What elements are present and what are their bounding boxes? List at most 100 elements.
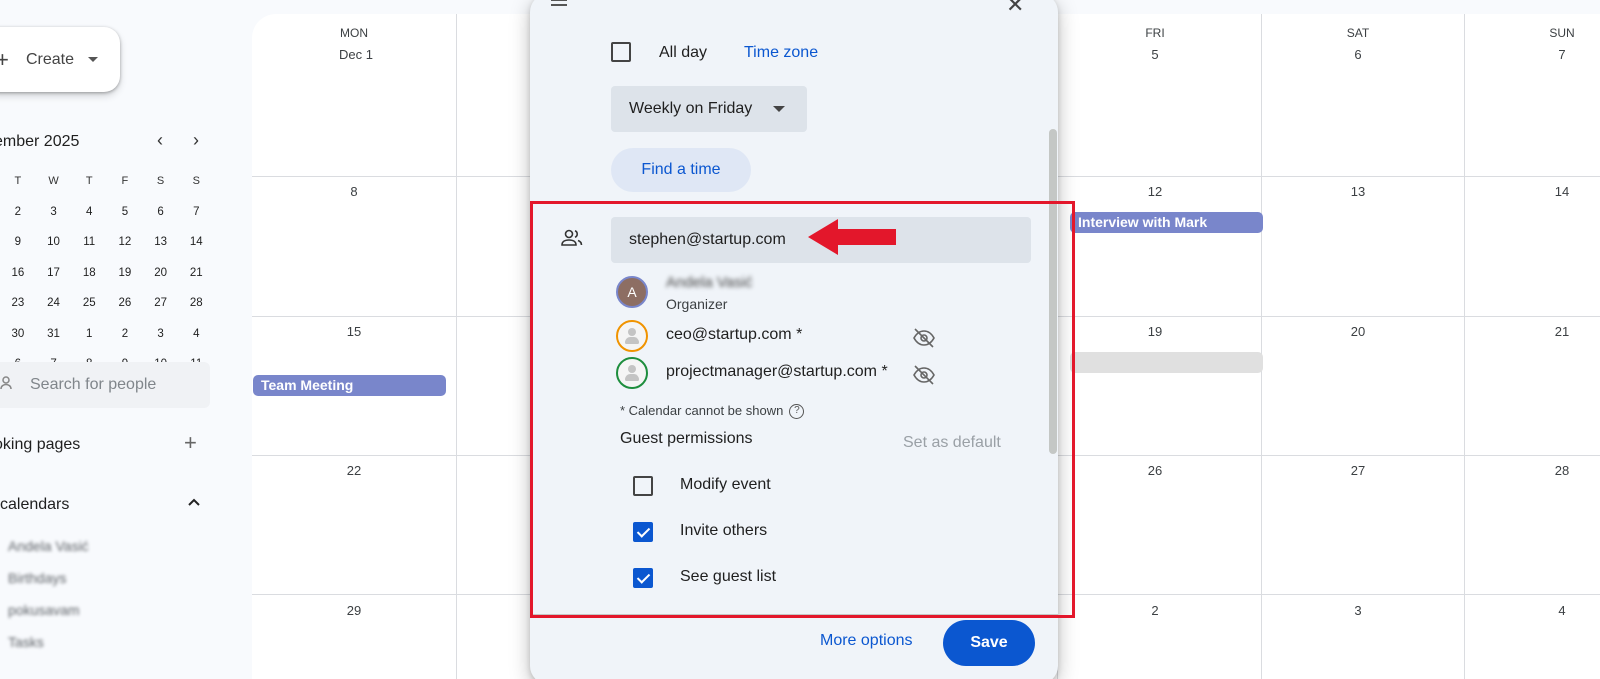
mini-calendar-week: 23 24 25 26 27 28 xyxy=(0,288,214,319)
mini-day[interactable]: 16 xyxy=(0,267,36,279)
mini-day[interactable]: 24 xyxy=(36,297,72,309)
guests-icon xyxy=(560,228,584,248)
day-number[interactable]: 15 xyxy=(334,324,374,339)
close-icon[interactable]: ✕ xyxy=(1006,0,1024,18)
invite-others-checkbox[interactable] xyxy=(633,522,653,542)
create-button[interactable]: + Create xyxy=(0,27,120,92)
mini-day[interactable]: 3 xyxy=(36,206,72,218)
mini-day[interactable]: 3 xyxy=(143,328,179,340)
day-number[interactable]: 20 xyxy=(1338,324,1378,339)
mini-day[interactable]: 17 xyxy=(36,267,72,279)
day-number[interactable]: 13 xyxy=(1338,184,1378,199)
mini-calendar-week: 2 3 4 5 6 7 xyxy=(0,197,214,228)
search-placeholder: Search for people xyxy=(30,376,157,393)
mini-day[interactable]: 12 xyxy=(107,236,143,248)
mini-day[interactable]: 1 xyxy=(71,328,107,340)
mini-day[interactable]: 10 xyxy=(36,236,72,248)
time-zone-link[interactable]: Time zone xyxy=(744,44,818,62)
day-number[interactable]: 28 xyxy=(1542,463,1582,478)
mini-day[interactable]: 4 xyxy=(178,328,214,340)
mini-day[interactable]: 6 xyxy=(143,206,179,218)
all-day-label: All day xyxy=(659,44,708,61)
calendar-note: * Calendar cannot be shown? xyxy=(620,403,805,420)
event-chip-placeholder[interactable] xyxy=(1070,352,1263,373)
mini-calendar-weekdays: T W T F S S xyxy=(0,166,214,197)
day-number[interactable]: 3 xyxy=(1338,603,1378,618)
modify-event-checkbox[interactable] xyxy=(633,476,653,496)
day-number[interactable]: 14 xyxy=(1542,184,1582,199)
create-label: Create xyxy=(26,50,75,68)
mini-day[interactable]: 14 xyxy=(178,236,214,248)
weekday-header: F xyxy=(121,175,129,188)
visibility-off-icon[interactable] xyxy=(912,365,936,385)
set-as-default-button[interactable]: Set as default xyxy=(903,434,1001,452)
mini-calendar-week: 9 10 11 12 13 14 xyxy=(0,227,214,258)
calendar-item[interactable]: Tasks xyxy=(8,634,44,650)
mini-day[interactable]: 4 xyxy=(71,206,107,218)
mini-day[interactable]: 23 xyxy=(0,297,36,309)
day-number[interactable]: Dec 1 xyxy=(334,47,378,62)
day-number[interactable]: 19 xyxy=(1135,324,1175,339)
find-a-time-button[interactable]: Find a time xyxy=(611,148,751,192)
mini-day[interactable]: 25 xyxy=(71,297,107,309)
event-chip-interview[interactable]: Interview with Mark xyxy=(1070,212,1263,233)
mini-day[interactable]: 7 xyxy=(178,206,214,218)
person-icon xyxy=(625,328,639,344)
calendar-item[interactable]: Andela Vasić xyxy=(8,538,89,554)
event-chip-team-meeting[interactable]: Team Meeting xyxy=(253,375,446,396)
day-number[interactable]: 7 xyxy=(1542,47,1582,62)
recurrence-select[interactable]: Weekly on Friday xyxy=(611,86,807,132)
day-number[interactable]: 2 xyxy=(1135,603,1175,618)
day-number[interactable]: 4 xyxy=(1542,603,1582,618)
day-number[interactable]: 12 xyxy=(1135,184,1175,199)
weekday-header: S xyxy=(156,175,165,188)
day-number[interactable]: 5 xyxy=(1135,47,1175,62)
mini-day[interactable]: 11 xyxy=(71,236,107,248)
booking-pages-label: oking pages xyxy=(0,436,81,453)
calendar-item[interactable]: pokusavam xyxy=(8,602,80,618)
day-number[interactable]: 26 xyxy=(1135,463,1175,478)
mini-day[interactable]: 9 xyxy=(0,236,36,248)
mini-day[interactable]: 26 xyxy=(107,297,143,309)
recurrence-value: Weekly on Friday xyxy=(629,100,753,117)
drag-handle-icon[interactable] xyxy=(550,0,568,14)
save-button[interactable]: Save xyxy=(943,620,1035,666)
day-number[interactable]: 22 xyxy=(334,463,374,478)
day-number[interactable]: 8 xyxy=(334,184,374,199)
mini-day[interactable]: 18 xyxy=(71,267,107,279)
mini-day[interactable]: 19 xyxy=(107,267,143,279)
help-icon[interactable]: ? xyxy=(789,404,805,420)
mini-day[interactable]: 21 xyxy=(178,267,214,279)
mini-day[interactable]: 20 xyxy=(143,267,179,279)
mini-day[interactable]: 5 xyxy=(107,206,143,218)
weekday-header: W xyxy=(48,175,59,188)
organizer-role: Organizer xyxy=(666,296,728,312)
mini-calendar-week: 30 31 1 2 3 4 xyxy=(0,319,214,350)
invite-others-label: Invite others xyxy=(680,522,768,539)
more-options-button[interactable]: More options xyxy=(820,632,913,650)
day-number[interactable]: 6 xyxy=(1338,47,1378,62)
mini-day[interactable]: 30 xyxy=(0,328,36,340)
mini-calendar-title: cember 2025 xyxy=(0,133,80,150)
day-number[interactable]: 21 xyxy=(1542,324,1582,339)
chevron-right-icon[interactable]: › xyxy=(184,130,208,151)
dialog-scrollbar[interactable] xyxy=(1049,129,1057,454)
chevron-up-icon[interactable] xyxy=(186,490,202,516)
calendar-item[interactable]: Birthdays xyxy=(8,570,66,586)
mini-day[interactable]: 31 xyxy=(36,328,72,340)
avatar xyxy=(616,357,648,389)
see-guest-list-checkbox[interactable] xyxy=(633,568,653,588)
visibility-off-icon[interactable] xyxy=(912,328,936,348)
chevron-left-icon[interactable]: ‹ xyxy=(148,130,172,151)
mini-day[interactable]: 13 xyxy=(143,236,179,248)
mini-day[interactable]: 28 xyxy=(178,297,214,309)
mini-day[interactable]: 27 xyxy=(143,297,179,309)
day-number[interactable]: 29 xyxy=(334,603,374,618)
mini-day[interactable]: 2 xyxy=(107,328,143,340)
add-booking-page-icon[interactable]: + xyxy=(184,430,197,456)
weekday-label: MON xyxy=(340,26,368,40)
day-number[interactable]: 27 xyxy=(1338,463,1378,478)
mini-day[interactable]: 2 xyxy=(0,206,36,218)
all-day-checkbox[interactable] xyxy=(611,42,631,62)
search-people-input[interactable]: Search for people xyxy=(0,362,210,408)
